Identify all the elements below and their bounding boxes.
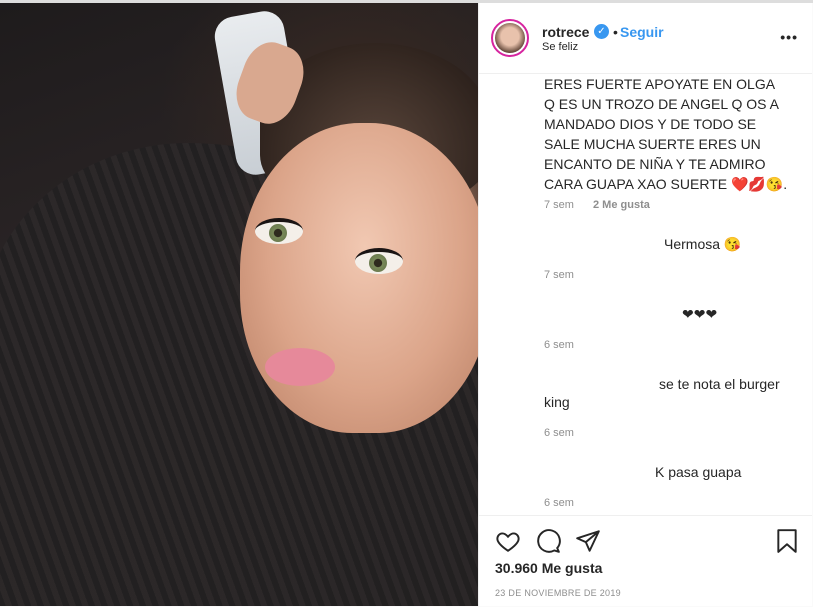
comment-text: Q ES UN TROZO DE ANGEL Q OS A: [544, 96, 779, 112]
photo-eye-right: [355, 248, 403, 274]
post-date: 23 DE NOVIEMBRE DE 2019: [495, 588, 621, 598]
post-side-panel: rotrece ✓ • Seguir Se feliz ••• ERES FUE…: [478, 3, 812, 606]
comment-text: CARA GUAPA XAO SUERTE ❤️💋😘.: [544, 176, 788, 192]
comment-time[interactable]: 6 sem: [544, 427, 574, 439]
comment-text: ERES FUERTE APOYATE EN OLGA: [544, 76, 776, 92]
comment-time[interactable]: 6 sem: [544, 339, 574, 351]
comment-text: MANDADO DIOS Y DE TODO SE: [544, 116, 757, 132]
comment-time[interactable]: 6 sem: [544, 497, 574, 509]
heart-icon[interactable]: [495, 528, 521, 554]
comment-text: K pasa guapa: [655, 464, 742, 480]
comment-text: se te nota el burger: [659, 376, 780, 392]
avatar[interactable]: [491, 19, 529, 57]
post-photo[interactable]: [0, 3, 478, 606]
more-options-icon[interactable]: •••: [780, 29, 798, 45]
photo-face: [240, 123, 478, 433]
post-actions: 30.960 Me gusta 23 DE NOVIEMBRE DE 2019: [479, 515, 812, 607]
post-header: rotrece ✓ • Seguir Se feliz •••: [479, 3, 812, 74]
location-link[interactable]: Se feliz: [542, 41, 578, 53]
comments-list[interactable]: ERES FUERTE APOYATE EN OLGA Q ES UN TROZ…: [479, 74, 812, 510]
comment-time[interactable]: 7 sem: [544, 199, 574, 211]
comment-text: ENCANTO DE NIÑA Y TE ADMIRO: [544, 156, 766, 172]
bookmark-icon[interactable]: [774, 528, 800, 554]
comment-text: king: [544, 394, 570, 410]
comment-text: SALE MUCHA SUERTE ERES UN: [544, 136, 761, 152]
comment-time[interactable]: 7 sem: [544, 269, 574, 281]
photo-lips: [265, 348, 335, 386]
photo-eye-left: [255, 218, 303, 244]
comment-text: Чermosa 😘: [664, 236, 742, 252]
comment-likes[interactable]: 2 Me gusta: [593, 199, 650, 211]
username-link[interactable]: rotrece: [542, 24, 589, 40]
share-icon[interactable]: [575, 528, 601, 554]
comment-text: ❤❤❤: [682, 306, 718, 322]
likes-count[interactable]: 30.960 Me gusta: [495, 560, 602, 576]
follow-button[interactable]: Seguir: [620, 24, 664, 40]
verified-check-icon: ✓: [594, 24, 609, 39]
separator-dot: •: [613, 24, 618, 40]
comment-icon[interactable]: [535, 528, 561, 554]
